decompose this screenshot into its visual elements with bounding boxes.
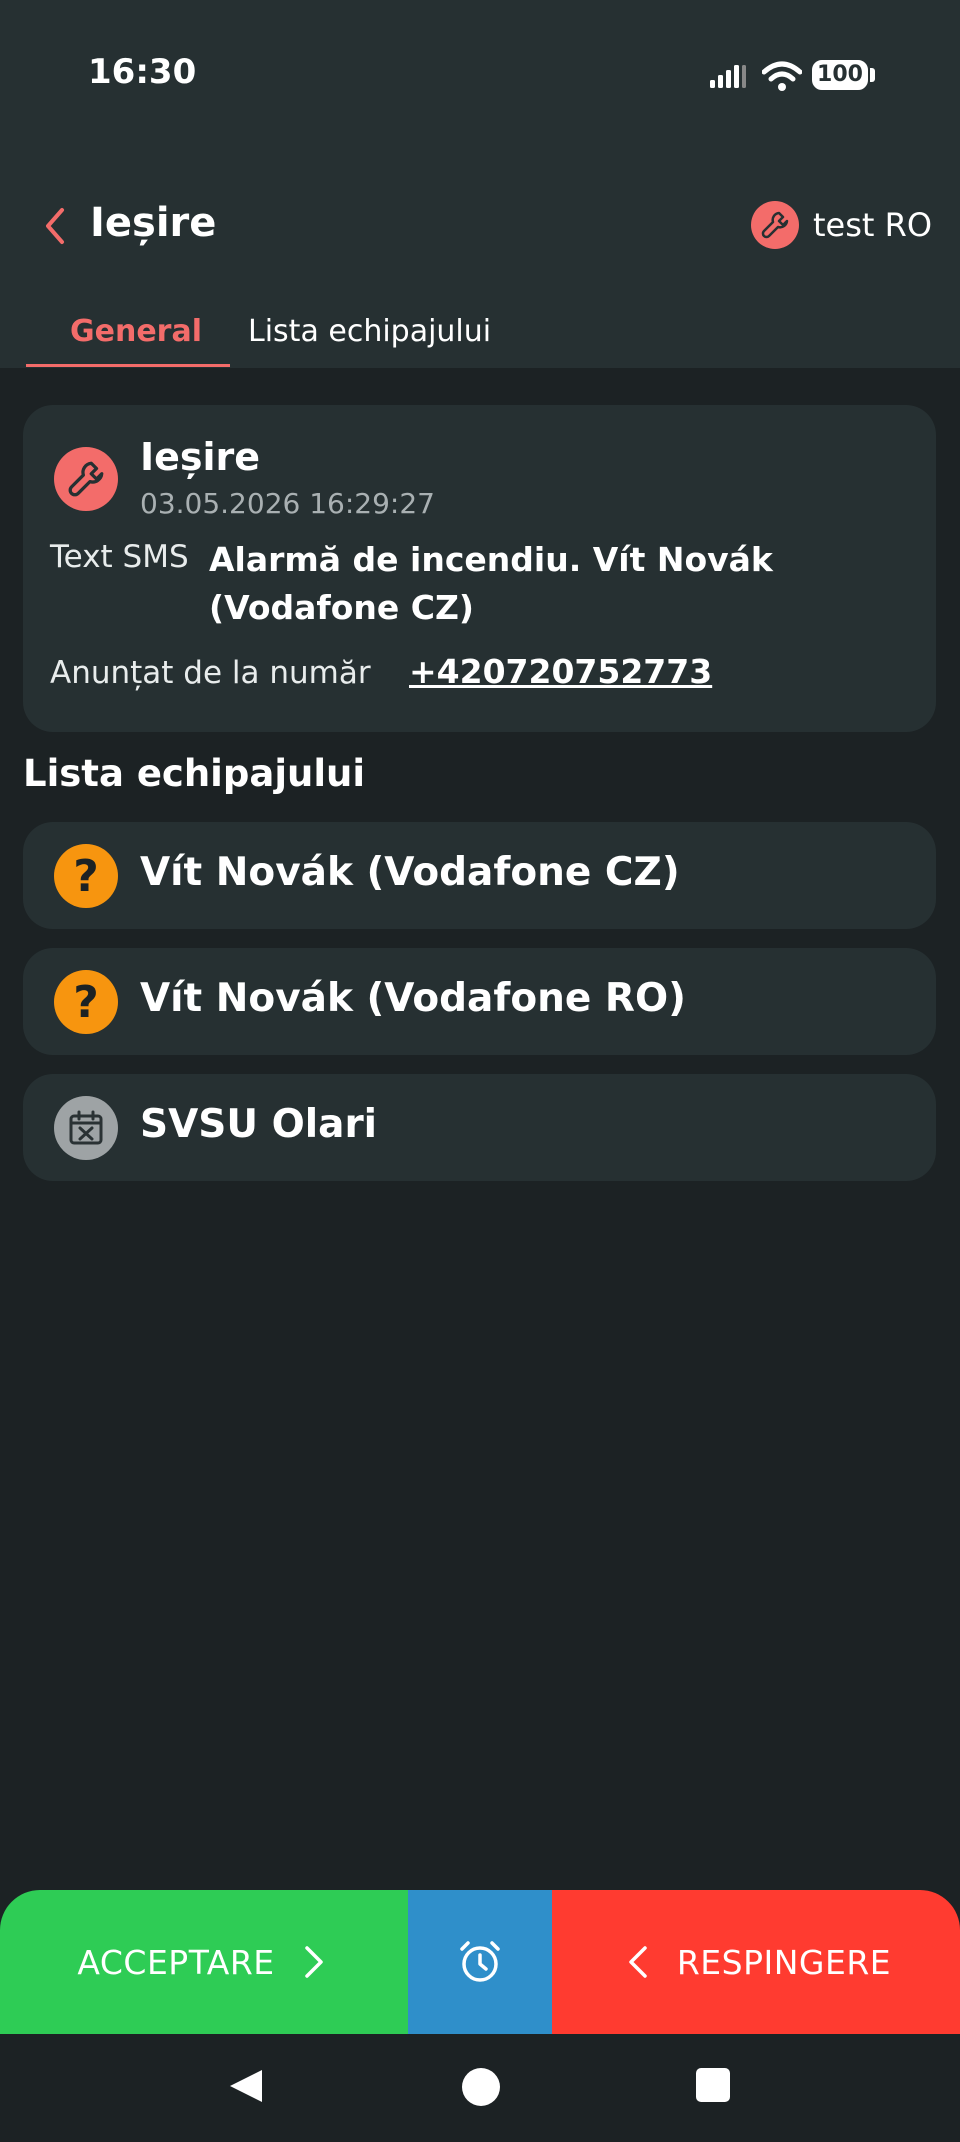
battery-icon: 100 <box>812 60 868 90</box>
sms-text: Alarmă de incendiu. Vít Novák (Vodafone … <box>209 540 773 627</box>
reject-button[interactable]: RESPINGERE <box>552 1890 960 2034</box>
chevron-right-icon <box>304 1946 323 1978</box>
wrench-icon <box>750 201 799 249</box>
crew-section-title: Lista echipajului <box>23 752 366 795</box>
header: 16:30 100 Ieșire test RO General Lista e… <box>0 0 960 368</box>
status-bar: 16:30 100 <box>0 0 960 150</box>
account-switcher[interactable]: test RO <box>750 200 932 250</box>
nav-recents-icon[interactable] <box>696 2068 730 2102</box>
back-arrow-icon[interactable] <box>36 204 76 248</box>
crew-list-item[interactable]: ? Vít Novák (Vodafone CZ) <box>23 822 936 929</box>
crew-member-name: Vít Novák (Vodafone CZ) <box>140 850 680 895</box>
event-card: Ieșire 03.05.2026 16:29:27 Text SMS Alar… <box>23 405 936 732</box>
accept-label: ACCEPTARE <box>77 1942 275 1982</box>
alarm-clock-icon <box>460 1941 500 1982</box>
crew-member-name: SVSU Olari <box>140 1102 378 1147</box>
tab-general[interactable]: General <box>70 314 202 349</box>
event-title: Ieșire <box>140 435 261 479</box>
calendar-x-icon <box>54 1096 118 1160</box>
chevron-left-icon <box>629 1946 647 1978</box>
tab-crew-list[interactable]: Lista echipajului <box>248 314 491 349</box>
nav-home-icon[interactable] <box>462 2068 500 2106</box>
account-name: test RO <box>812 206 932 244</box>
event-datetime: 03.05.2026 16:29:27 <box>140 487 435 520</box>
top-app-bar: Ieșire test RO <box>0 190 960 260</box>
sms-label: Text SMS <box>50 539 189 575</box>
caller-label: Anunțat de la număr <box>50 655 371 691</box>
page-title: Ieșire <box>90 200 217 246</box>
snooze-button[interactable] <box>408 1890 552 2034</box>
crew-list-item[interactable]: SVSU Olari <box>23 1074 936 1181</box>
system-navigation-bar <box>0 2034 960 2142</box>
battery-tip <box>870 68 875 82</box>
caller-number-link[interactable]: +420720752773 <box>409 652 712 691</box>
cellular-signal-icon <box>710 65 746 88</box>
crew-list-item[interactable]: ? Vít Novák (Vodafone RO) <box>23 948 936 1055</box>
status-time: 16:30 <box>88 52 197 92</box>
question-icon: ? <box>54 970 118 1034</box>
question-icon: ? <box>54 844 118 908</box>
wrench-icon <box>54 447 118 511</box>
wifi-icon <box>762 61 802 91</box>
crew-member-name: Vít Novák (Vodafone RO) <box>140 976 686 1021</box>
active-tab-indicator <box>26 364 230 367</box>
nav-back-icon[interactable] <box>226 2066 266 2106</box>
response-action-bar: ACCEPTARE RESPINGERE <box>0 1890 960 2034</box>
reject-label: RESPINGERE <box>676 1942 892 1982</box>
accept-button[interactable]: ACCEPTARE <box>0 1890 408 2034</box>
tab-bar: General Lista echipajului <box>0 300 960 368</box>
